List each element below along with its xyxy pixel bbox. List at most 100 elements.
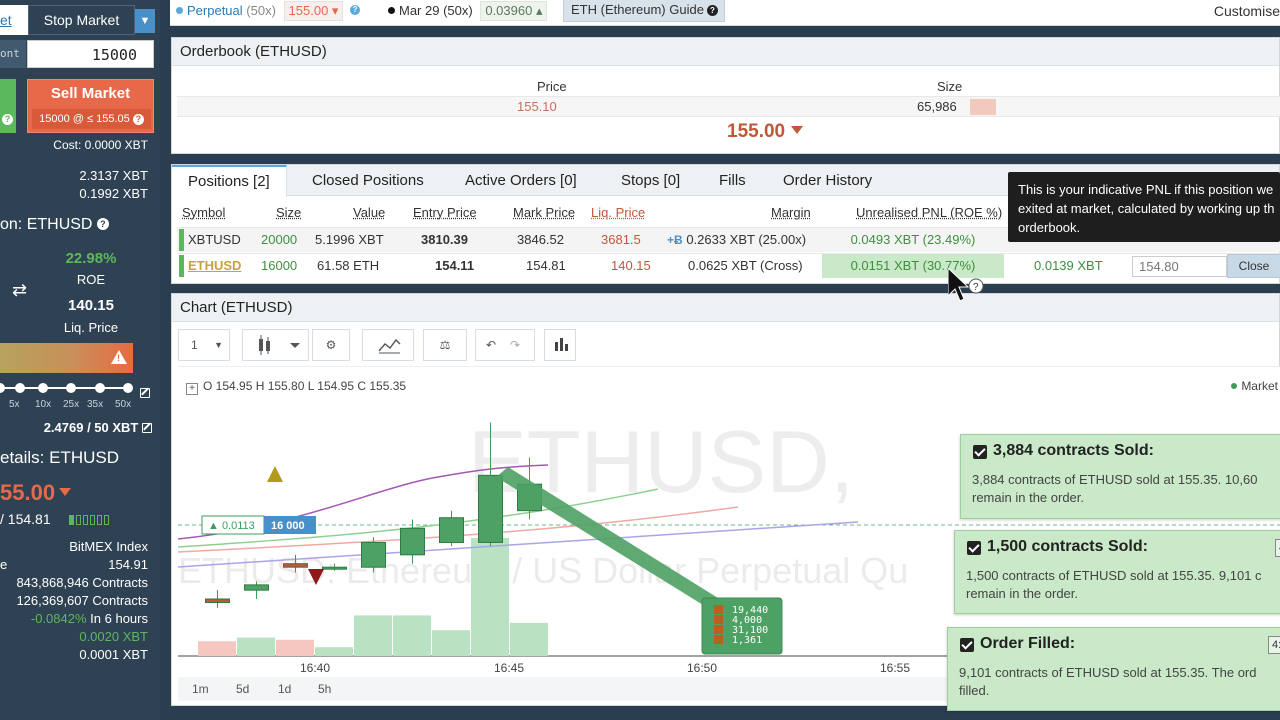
indicators-icon[interactable] [362,329,414,361]
leverage-stop[interactable] [0,383,5,393]
help-icon[interactable]: ? [350,5,361,15]
details-row: 126,369,607 Contracts [0,593,148,611]
tab-stop-market[interactable]: Stop Market [28,5,135,35]
candle-body[interactable] [478,474,503,543]
candle-body[interactable] [361,541,386,568]
col-size[interactable]: Size [276,205,301,220]
notification-line: remain in the order. [966,586,1079,601]
undo-redo-buttons[interactable]: ↶ ↷ [475,329,535,361]
quantity-input[interactable]: 15000 [27,40,154,68]
customise-button[interactable]: Customise [1214,0,1280,22]
long-marker [179,229,184,251]
col-value[interactable]: Value [353,205,385,220]
tab-stops[interactable]: Stops [0] [621,165,680,196]
instrument-perpetual[interactable]: Perpetual (50x) 155.00 ▾ ? [176,0,361,22]
details-row: 843,868,946 Contracts [0,575,148,593]
chart-type-bar-icon[interactable] [544,329,576,361]
x-tick: 16:45 [494,661,525,675]
instrument-price-value: 0.03960 [485,3,533,18]
position-entry: 3810.39 [421,232,468,247]
tab-fills[interactable]: Fills [719,165,746,196]
expand-plus-icon[interactable]: + [186,383,198,395]
details-row: e 154.91 [0,557,148,575]
chart-watermark-description: ETHUSD: Ethereum / US Dollar Perpetual Q… [178,550,908,591]
fill-label: 1,361 [732,635,762,646]
swap-arrows-icon[interactable]: ⇄ [12,280,27,301]
tab-positions[interactable]: Positions [2] [172,165,287,197]
sell-market-button[interactable]: Sell Market 15000 @ ≤ 155.05 ? [27,79,154,133]
position-symbol[interactable]: ETHUSD [188,258,241,273]
interval-select[interactable]: 1 ▼ [178,329,230,361]
notification-time: 4: [1275,539,1280,557]
col-symbol[interactable]: Symbol [182,205,225,220]
position-symbol[interactable]: XBTUSD [188,232,241,247]
notification-toast[interactable]: 3,884 contracts Sold: 3,884 contracts of… [960,434,1280,519]
col-liq-price[interactable]: Liq. Price [591,205,645,220]
leverage-stop[interactable] [15,383,25,393]
chart-title: Chart (ETHUSD) [172,294,1279,322]
candle-body[interactable] [205,598,230,604]
position-margin-value: 0.2633 XBT (25.00x) [686,232,807,247]
leverage-stop[interactable] [123,383,133,393]
liquidation-price-label: Liq. Price [63,320,119,335]
candle-body[interactable] [322,566,347,570]
leverage-stop[interactable] [95,383,105,393]
orderbook-row[interactable]: 155.10 65,986 [177,96,1280,117]
help-icon[interactable]: ? [96,218,109,230]
timeframe-5d[interactable]: 5d [236,682,249,696]
redo-icon[interactable]: ↷ [510,330,520,360]
tab-market[interactable]: et [0,5,28,35]
leverage-stop[interactable] [38,383,48,393]
candle-body[interactable] [244,584,269,591]
col-mark-price[interactable]: Mark Price [513,205,575,220]
edit-margin-icon[interactable] [142,423,152,433]
help-icon[interactable]: ? [132,114,144,125]
notification-time: 4: [1268,636,1280,654]
leverage-stop[interactable] [66,383,76,393]
order-type-tabs: et Stop Market ▼ [0,5,160,35]
edit-leverage-icon[interactable] [140,384,150,402]
instrument-guide-button[interactable]: ETH (Ethereum) Guide? [563,0,725,22]
orderbook-last-price-value: 155.00 [727,121,786,142]
col-margin[interactable]: Margin [771,205,811,220]
tab-order-history[interactable]: Order History [783,165,872,196]
candle-body[interactable] [283,563,308,568]
help-icon: ? [706,5,718,16]
notification-line: 9,101 contracts of ETHUSD sold at 155.35… [959,665,1257,680]
candle-body[interactable] [400,527,425,556]
buy-market-button[interactable]: ? [0,79,16,133]
orderbook-col-price: Price [537,79,567,94]
add-margin-icon[interactable]: +Ƀ [667,233,683,247]
guide-label: ETH (Ethereum) Guide [571,2,704,17]
instrument-name: Mar 29 [399,3,440,18]
timeframe-5h[interactable]: 5h [318,682,331,696]
notification-toast[interactable]: Order Filled: 9,101 contracts of ETHUSD … [947,627,1280,711]
col-unrealised-pnl[interactable]: Unrealised PNL (ROE %) [856,205,1002,220]
chevron-down-icon: ▼ [214,340,223,350]
index-label: BitMEX Index [69,539,148,554]
order-type-dropdown-caret[interactable]: ▼ [135,9,155,33]
settings-gear-icon[interactable]: ⚙ [312,329,350,361]
notification-toast[interactable]: 1,500 contracts Sold: 1,500 contracts of… [954,530,1280,614]
position-row[interactable]: ETHUSD 16000 61.58 ETH 154.11 154.81 140… [177,253,1280,278]
close-position-button[interactable]: Close [1227,254,1280,278]
candle-type-button[interactable] [242,329,309,361]
instrument-march[interactable]: Mar 29 (50x) 0.03960 ▴ [388,0,548,22]
col-entry-price[interactable]: Entry Price [413,205,477,220]
notification-title: Order Filled: [980,635,1076,652]
sell-market-label: Sell Market [50,85,131,102]
leverage-slider[interactable] [0,383,133,393]
tab-active-orders[interactable]: Active Orders [0] [465,165,577,196]
timeframe-1d[interactable]: 1d [278,682,291,696]
help-icon[interactable]: ? [2,114,13,125]
candle-body[interactable] [439,517,464,543]
timeframe-1m[interactable]: 1m [192,682,209,696]
tab-closed-positions[interactable]: Closed Positions [312,165,424,196]
quantity-label: ont [0,40,26,68]
compare-scale-icon[interactable]: ⚖ [423,329,467,361]
wallet-balance: 2.3137 XBT [79,168,148,183]
volume-bar [198,641,236,656]
undo-icon[interactable]: ↶ [486,330,496,360]
instrument-price: 0.03960 ▴ [480,1,548,21]
close-price-input[interactable]: 154.80 [1132,256,1227,277]
